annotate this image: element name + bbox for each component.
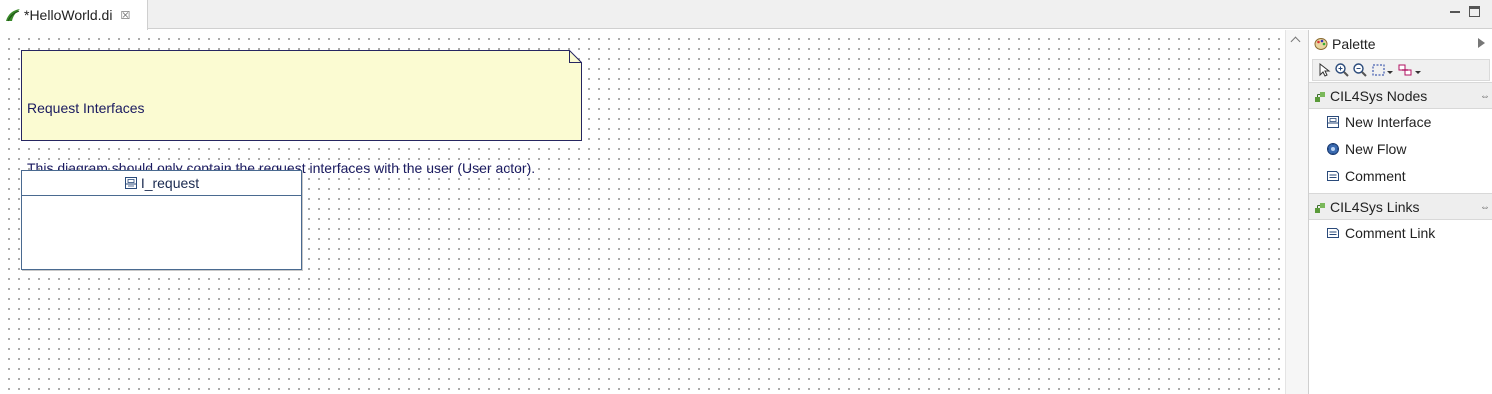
flow-icon [1326,142,1340,156]
comment-note[interactable]: Request Interfaces This diagram should o… [21,50,582,236]
palette-icon [1314,37,1328,51]
palette-item-label: New Flow [1345,141,1407,157]
close-icon[interactable]: ☒ [120,9,130,22]
interface-header[interactable]: I_request [22,171,301,196]
pin-icon[interactable]: ⇔ [1480,91,1490,102]
editor-tab-bar: *HelloWorld.di ☒ [0,0,1492,30]
zoom-out-icon[interactable] [1352,62,1368,78]
interface-node[interactable]: I_request [21,170,302,270]
drawer-label: CIL4Sys Links [1330,198,1420,215]
maximize-icon[interactable] [1469,6,1480,17]
select-tool-icon[interactable] [1316,62,1332,78]
pin-icon[interactable]: ⇔ [1480,202,1490,213]
zoom-in-icon[interactable] [1334,62,1350,78]
tab-title: *HelloWorld.di [24,7,113,23]
drawer-icon [1314,90,1326,102]
interface-icon [1326,115,1340,129]
drawer-cil4sys-nodes[interactable]: CIL4Sys Nodes ⇔ [1309,82,1492,109]
palette-item-comment-link[interactable]: Comment Link [1326,220,1486,246]
connection-tool-icon[interactable] [1397,62,1413,78]
palette-item-label: Comment Link [1345,225,1436,241]
papyrus-icon [4,6,22,24]
interface-icon [124,176,138,190]
drawer-label: CIL4Sys Nodes [1330,87,1428,104]
vertical-scrollbar[interactable] [1285,30,1308,394]
interface-name: I_request [140,175,200,191]
palette-item-label: Comment [1345,168,1406,184]
palette-title: Palette [1332,36,1376,52]
collapse-palette-icon[interactable] [1478,38,1485,48]
palette-item-new-flow[interactable]: New Flow [1326,136,1486,162]
palette: Palette CIL4Sys Nodes ⇔ New Interface Ne… [1308,30,1492,394]
palette-toolbar [1312,59,1490,81]
drawer-icon [1314,201,1326,213]
palette-item-comment[interactable]: Comment [1326,163,1486,189]
dropdown-icon[interactable] [1414,62,1422,78]
dropdown-icon[interactable] [1386,62,1394,78]
editor-tab[interactable]: *HelloWorld.di ☒ [0,0,148,30]
palette-header: Palette [1309,30,1492,58]
comment-title: Request Interfaces [27,100,145,116]
palette-item-label: New Interface [1345,114,1432,130]
scroll-up-icon[interactable] [1291,36,1301,44]
comment-icon [1326,169,1340,183]
minimize-icon[interactable] [1449,6,1461,18]
palette-item-new-interface[interactable]: New Interface [1326,109,1486,135]
comment-link-icon [1326,226,1340,240]
marquee-icon[interactable] [1371,62,1387,78]
drawer-cil4sys-links[interactable]: CIL4Sys Links ⇔ [1309,193,1492,220]
